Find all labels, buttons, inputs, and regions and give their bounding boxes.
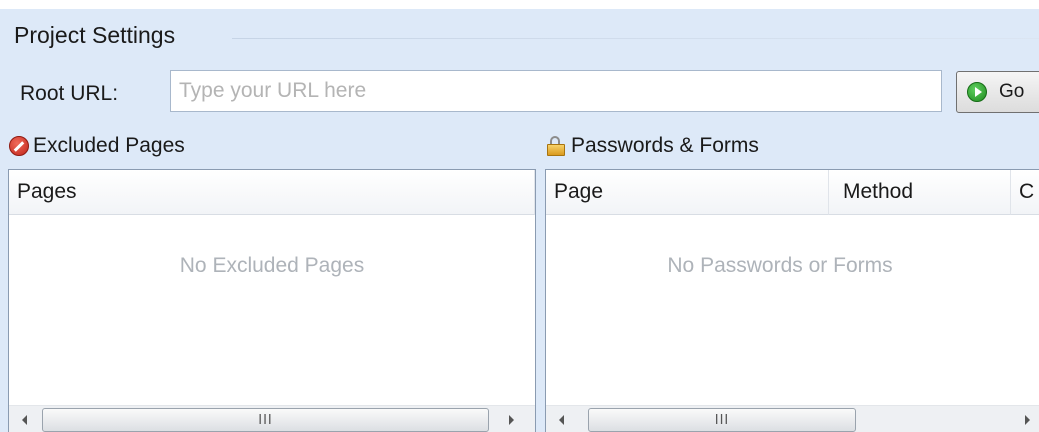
top-strip	[0, 0, 1039, 9]
scroll-grip: III	[258, 412, 273, 428]
section-title: Project Settings	[14, 22, 176, 48]
excluded-scroll-thumb[interactable]: III	[42, 408, 489, 432]
go-button[interactable]: Go	[956, 71, 1039, 113]
passwords-empty-message: No Passwords or Forms	[667, 254, 893, 277]
play-circle-icon	[967, 82, 987, 102]
root-url-label: Root URL:	[20, 82, 119, 105]
padlock-icon	[545, 135, 567, 157]
project-settings-window: Project Settings Root URL: Go Excluded P…	[0, 0, 1039, 432]
column-header-c[interactable]: C	[1011, 170, 1039, 215]
title-divider	[232, 38, 1039, 39]
excluded-pages-title: Excluded Pages	[33, 134, 185, 157]
scroll-grip: III	[714, 412, 730, 428]
root-url-input[interactable]	[170, 70, 942, 112]
no-entry-icon	[9, 136, 29, 156]
excluded-pages-header: Excluded Pages	[9, 134, 185, 158]
scroll-left-arrow-icon[interactable]	[559, 415, 564, 425]
passwords-horizontal-scrollbar[interactable]: III	[546, 405, 1039, 432]
go-button-label: Go	[999, 81, 1025, 102]
passwords-scroll-thumb[interactable]: III	[588, 408, 856, 432]
passwords-forms-title: Passwords & Forms	[571, 134, 759, 157]
scroll-right-arrow-icon[interactable]	[1025, 415, 1030, 425]
excluded-empty-message: No Excluded Pages	[179, 254, 365, 277]
column-header-page[interactable]: Page	[546, 170, 829, 215]
column-header-pages[interactable]: Pages	[9, 170, 535, 215]
column-header-method[interactable]: Method	[829, 170, 1011, 215]
excluded-horizontal-scrollbar[interactable]: III	[9, 405, 535, 432]
passwords-forms-header: Passwords & Forms	[545, 134, 759, 158]
excluded-pages-list[interactable]: Pages No Excluded Pages III	[8, 169, 536, 432]
scroll-right-arrow-icon[interactable]	[509, 415, 514, 425]
passwords-forms-list[interactable]: Page Method C No Passwords or Forms III	[545, 169, 1039, 432]
scroll-left-arrow-icon[interactable]	[22, 415, 27, 425]
